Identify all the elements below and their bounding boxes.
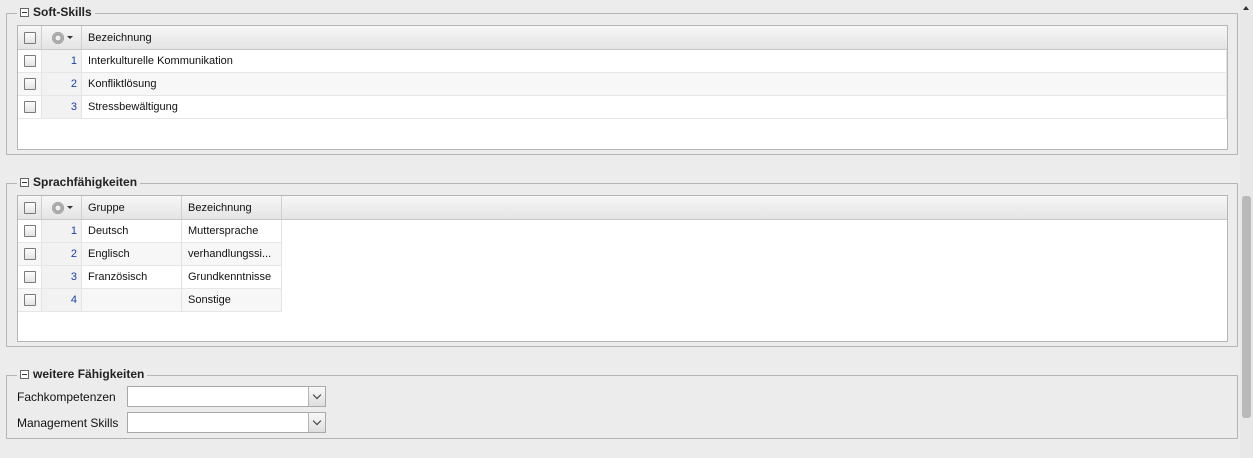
scroll-up-arrow-icon[interactable] bbox=[1243, 6, 1249, 10]
cell-bezeichnung[interactable]: Sonstige bbox=[182, 289, 282, 311]
cell-bezeichnung[interactable]: Konfliktlösung bbox=[82, 73, 1227, 95]
collapse-icon[interactable] bbox=[20, 369, 29, 379]
cell-gruppe[interactable] bbox=[82, 289, 182, 311]
cell-bezeichnung[interactable]: Interkulturelle Kommunikation bbox=[82, 50, 1227, 72]
row-checkbox[interactable] bbox=[23, 248, 36, 260]
column-settings-button[interactable] bbox=[42, 196, 82, 219]
dropdown-button[interactable] bbox=[308, 387, 325, 406]
cell-bezeichnung[interactable]: verhandlungssi... bbox=[182, 243, 282, 265]
column-header-bezeichnung[interactable]: Bezeichnung bbox=[182, 196, 282, 219]
fachkompetenzen-value bbox=[128, 387, 308, 406]
soft-skills-title: Soft-Skills bbox=[33, 5, 92, 19]
cell-bezeichnung[interactable]: Grundkenntnisse bbox=[182, 266, 282, 288]
row-number: 1 bbox=[42, 50, 82, 72]
table-row[interactable]: 2 Englisch verhandlungssi... bbox=[18, 243, 282, 266]
column-settings-button[interactable] bbox=[42, 26, 82, 49]
column-header-gruppe[interactable]: Gruppe bbox=[82, 196, 182, 219]
fachkompetenzen-label: Fachkompetenzen bbox=[17, 389, 116, 404]
column-header-bezeichnung[interactable]: Bezeichnung bbox=[82, 26, 1227, 49]
dropdown-button[interactable] bbox=[308, 413, 325, 432]
weitere-panel: weitere Fähigkeiten Fachkompetenzen Mana… bbox=[6, 367, 1238, 439]
chevron-down-icon bbox=[312, 416, 322, 426]
table-row[interactable]: 3 Französisch Grundkenntnisse bbox=[18, 266, 282, 289]
row-checkbox[interactable] bbox=[23, 78, 36, 90]
select-all-checkbox[interactable] bbox=[23, 31, 36, 44]
sprach-title: Sprachfähigkeiten bbox=[33, 175, 138, 189]
caret-down-icon bbox=[66, 206, 73, 209]
table-row[interactable]: 4 Sonstige bbox=[18, 289, 282, 312]
vertical-scrollbar[interactable] bbox=[1240, 0, 1253, 458]
select-all-checkbox[interactable] bbox=[23, 201, 36, 214]
row-number: 3 bbox=[42, 266, 82, 288]
table-row[interactable]: 1 Deutsch Muttersprache bbox=[18, 220, 282, 243]
sprach-legend: Sprachfähigkeiten bbox=[17, 175, 141, 189]
cell-bezeichnung[interactable]: Muttersprache bbox=[182, 220, 282, 242]
gear-icon bbox=[50, 200, 65, 215]
row-checkbox[interactable] bbox=[23, 225, 36, 237]
collapse-icon[interactable] bbox=[20, 177, 29, 187]
row-checkbox[interactable] bbox=[23, 294, 36, 306]
row-checkbox[interactable] bbox=[23, 101, 36, 113]
gear-icon bbox=[50, 30, 65, 45]
row-checkbox[interactable] bbox=[23, 55, 36, 67]
table-row[interactable]: 3 Stressbewältigung bbox=[18, 96, 1227, 119]
caret-down-icon bbox=[66, 36, 73, 39]
row-checkbox[interactable] bbox=[23, 271, 36, 283]
row-number: 2 bbox=[42, 243, 82, 265]
soft-skills-legend: Soft-Skills bbox=[17, 5, 95, 19]
grid-header: Gruppe Bezeichnung bbox=[18, 196, 1227, 220]
management-combo[interactable] bbox=[127, 412, 326, 433]
sprach-grid: Gruppe Bezeichnung 1 Deutsch Muttersprac… bbox=[17, 195, 1228, 342]
soft-skills-panel: Soft-Skills Bezeichnung 1 Interkulturell… bbox=[6, 5, 1238, 155]
scroll-thumb[interactable] bbox=[1242, 196, 1251, 418]
row-number: 3 bbox=[42, 96, 82, 118]
fachkompetenzen-row: Fachkompetenzen bbox=[17, 386, 326, 407]
table-row[interactable]: 1 Interkulturelle Kommunikation bbox=[18, 50, 1227, 73]
cell-gruppe[interactable]: Französisch bbox=[82, 266, 182, 288]
row-number: 1 bbox=[42, 220, 82, 242]
table-row[interactable]: 2 Konfliktlösung bbox=[18, 73, 1227, 96]
weitere-legend: weitere Fähigkeiten bbox=[17, 367, 148, 381]
collapse-icon[interactable] bbox=[20, 7, 29, 17]
cell-bezeichnung[interactable]: Stressbewältigung bbox=[82, 96, 1227, 118]
fachkompetenzen-combo[interactable] bbox=[127, 386, 326, 407]
row-number: 2 bbox=[42, 73, 82, 95]
sprach-panel: Sprachfähigkeiten Gruppe Bezeichnung 1 D… bbox=[6, 175, 1238, 347]
management-value bbox=[128, 413, 308, 432]
management-label: Management Skills bbox=[17, 415, 119, 430]
chevron-down-icon bbox=[312, 390, 322, 400]
row-number: 4 bbox=[42, 289, 82, 311]
cell-gruppe[interactable]: Englisch bbox=[82, 243, 182, 265]
weitere-title: weitere Fähigkeiten bbox=[33, 367, 145, 381]
soft-skills-grid: Bezeichnung 1 Interkulturelle Kommunikat… bbox=[17, 25, 1228, 150]
management-row: Management Skills bbox=[17, 412, 326, 433]
cell-gruppe[interactable]: Deutsch bbox=[82, 220, 182, 242]
grid-header: Bezeichnung bbox=[18, 26, 1227, 50]
